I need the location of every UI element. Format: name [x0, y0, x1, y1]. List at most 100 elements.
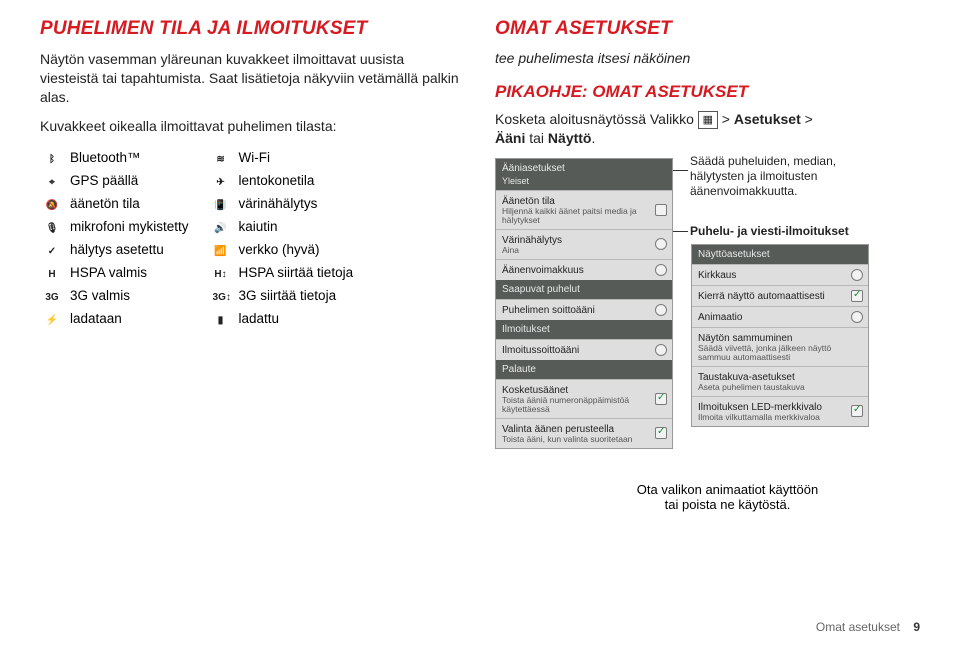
icon-label: HSPA valmis — [66, 261, 209, 284]
callout-notifications: Puhelu- ja viesti-ilmoitukset — [690, 224, 890, 239]
row-select-sound[interactable]: Valinta äänen perusteella Toista ääni, k… — [496, 418, 672, 448]
row-volume-label: Äänenvoimakkuus — [502, 265, 666, 276]
icon-label: verkko (hyvä) — [235, 238, 374, 261]
icon-label: äänetön tila — [66, 192, 209, 215]
hspa-icon: H — [44, 269, 60, 280]
gps-icon: ⌖ — [44, 177, 60, 188]
bottom-caption: Ota valikon animaatiot käyttöön tai pois… — [535, 482, 920, 512]
icon-label: kaiutin — [235, 215, 374, 238]
panel-title-sound: Ääniasetukset — [502, 163, 666, 174]
phone-mock-row: Säädä puheluiden, median, hälytysten ja … — [495, 158, 920, 468]
status-heading: PUHELIMEN TILA JA ILMOITUKSET — [40, 18, 465, 40]
phone-panel-sound: Ääniasetukset Yleiset Äänetön tila Hilje… — [495, 158, 673, 449]
row-animation-label: Animaatio — [698, 312, 862, 323]
panel-subheader-incoming: Saapuvat puhelut — [496, 280, 672, 299]
row-brightness[interactable]: Kirkkaus — [692, 264, 868, 285]
icon-label: ladattu — [235, 307, 374, 330]
checkbox-checked-icon[interactable] — [851, 290, 863, 302]
icon-label: hälytys asetettu — [66, 238, 209, 261]
row-notif-label: Ilmoitussoittoääni — [502, 345, 666, 356]
more-icon[interactable] — [655, 264, 667, 276]
menu-grid-icon: ▦ — [698, 111, 718, 129]
charging-icon: ⚡ — [44, 315, 60, 326]
panel-subheader-notifications: Ilmoitukset — [496, 320, 672, 339]
settings-heading: OMAT ASETUKSET — [495, 18, 920, 40]
3g-icon: 3G — [44, 292, 60, 303]
icon-label: Wi-Fi — [235, 146, 374, 169]
icon-label: lentokonetila — [235, 169, 374, 192]
more-icon[interactable] — [851, 311, 863, 323]
row-vibrate[interactable]: Värinähälytys Aina — [496, 229, 672, 259]
status-icon-table: ᛒBluetooth™≋Wi-Fi⌖GPS päällä✈lentokoneti… — [40, 146, 373, 330]
instr-sep1: > — [722, 111, 734, 127]
checkbox-checked-icon[interactable] — [655, 427, 667, 439]
icon-table-row: 🔕 äänetön tila 📳 värinähälytys — [40, 192, 373, 215]
panel-title-display: Näyttöasetukset — [692, 245, 868, 264]
instr-display: Näyttö — [548, 130, 592, 146]
icon-table-intro: Kuvakkeet oikealla ilmoittavat puhelimen… — [40, 117, 465, 136]
row-vibrate-label: Värinähälytys — [502, 235, 666, 246]
row-volume[interactable]: Äänenvoimakkuus — [496, 259, 672, 280]
checkbox-checked-icon[interactable] — [851, 405, 863, 417]
hspa-tx-icon: H↕ — [213, 269, 229, 280]
row-select-sub: Toista ääni, kun valinta suoritetaan — [502, 435, 666, 444]
icon-table-row: ⌖GPS päällä✈lentokonetila — [40, 169, 373, 192]
callout-volume: Säädä puheluiden, median, hälytysten ja … — [690, 154, 870, 199]
panel-subheader-feedback: Palaute — [496, 360, 672, 379]
instr-sound: Ääni — [495, 130, 525, 146]
more-icon[interactable] — [851, 269, 863, 281]
airplane-icon: ✈ — [213, 177, 229, 188]
bluetooth-icon: ᛒ — [44, 154, 60, 165]
quickguide-instruction: Kosketa aloitusnäytössä Valikko ▦ > Aset… — [495, 110, 920, 148]
checkbox-icon[interactable] — [655, 204, 667, 216]
icon-table-row: ⚡ ladataan ▮ ladattu — [40, 307, 373, 330]
checkbox-checked-icon[interactable] — [655, 393, 667, 405]
quickguide-heading: PIKAOHJE: OMAT ASETUKSET — [495, 82, 920, 102]
row-ringtone[interactable]: Puhelimen soittoääni — [496, 299, 672, 320]
right-column: OMAT ASETUKSET tee puhelimesta itsesi nä… — [495, 18, 920, 512]
more-icon[interactable] — [655, 238, 667, 250]
icon-label: 3G valmis — [66, 284, 209, 307]
wifi-icon: ≋ — [213, 154, 229, 165]
row-silent-sub: Hiljennä kaikki äänet paitsi media ja hä… — [502, 207, 666, 225]
charged-icon: ▮ — [213, 315, 229, 326]
footer-section: Omat asetukset — [816, 620, 900, 634]
row-notif-ringtone[interactable]: Ilmoitussoittoääni — [496, 339, 672, 360]
icon-label: ladataan — [66, 307, 209, 330]
speaker-icon: 🔊 — [213, 223, 229, 234]
more-icon[interactable] — [655, 344, 667, 356]
icon-label: 3G siirtää tietoja — [235, 284, 374, 307]
row-screen-off-sub: Säädä viivettä, jonka jälkeen näyttö sam… — [698, 344, 862, 362]
panel-subheader-general: Yleiset — [502, 176, 666, 186]
icon-table-row: ᛒ Bluetooth™ ≋ Wi-Fi — [40, 146, 373, 169]
instr-settings: Asetukset — [734, 111, 801, 127]
row-autorotate-label: Kierrä näyttö automaattisesti — [698, 291, 862, 302]
instr-sep2: > — [805, 111, 813, 127]
icon-label: Bluetooth™ — [66, 146, 209, 169]
row-led-sub: Ilmoita vilkuttamalla merkkivaloa — [698, 413, 862, 422]
vibrate-icon: 📳 — [213, 200, 229, 211]
phone-panel-display: Näyttöasetukset Kirkkaus Kierrä näyttö a… — [691, 244, 869, 427]
page-footer: Omat asetukset 9 — [816, 620, 920, 634]
icon-label: mikrofoni mykistetty — [66, 215, 209, 238]
callout-line-2 — [673, 231, 688, 232]
row-wallpaper[interactable]: Taustakuva-asetukset Aseta puhelimen tau… — [692, 366, 868, 396]
instr-text-pre: Kosketa aloitusnäytössä Valikko — [495, 111, 698, 127]
icon-label: värinähälytys — [235, 192, 374, 215]
row-autorotate[interactable]: Kierrä näyttö automaattisesti — [692, 285, 868, 306]
row-silent-mode[interactable]: Äänetön tila Hiljennä kaikki äänet paits… — [496, 190, 672, 229]
more-icon[interactable] — [655, 304, 667, 316]
signal-icon: 📶 — [213, 246, 229, 257]
row-wallpaper-sub: Aseta puhelimen taustakuva — [698, 383, 862, 392]
row-touch-sounds[interactable]: Kosketusäänet Toista ääniä numeronäppäim… — [496, 379, 672, 418]
mic-mute-icon: 🎙 — [44, 223, 60, 234]
instr-dot: . — [591, 130, 595, 146]
row-touch-sub: Toista ääniä numeronäppäimistöä käytettä… — [502, 396, 666, 414]
row-animation[interactable]: Animaatio — [692, 306, 868, 327]
icon-label: HSPA siirtää tietoja — [235, 261, 374, 284]
row-screen-off[interactable]: Näytön sammuminen Säädä viivettä, jonka … — [692, 327, 868, 366]
3g-tx-icon: 3G↕ — [213, 292, 229, 303]
row-led[interactable]: Ilmoituksen LED-merkkivalo Ilmoita vilku… — [692, 396, 868, 426]
settings-subtitle: tee puhelimesta itsesi näköinen — [495, 50, 920, 66]
mute-icon: 🔕 — [44, 200, 60, 211]
